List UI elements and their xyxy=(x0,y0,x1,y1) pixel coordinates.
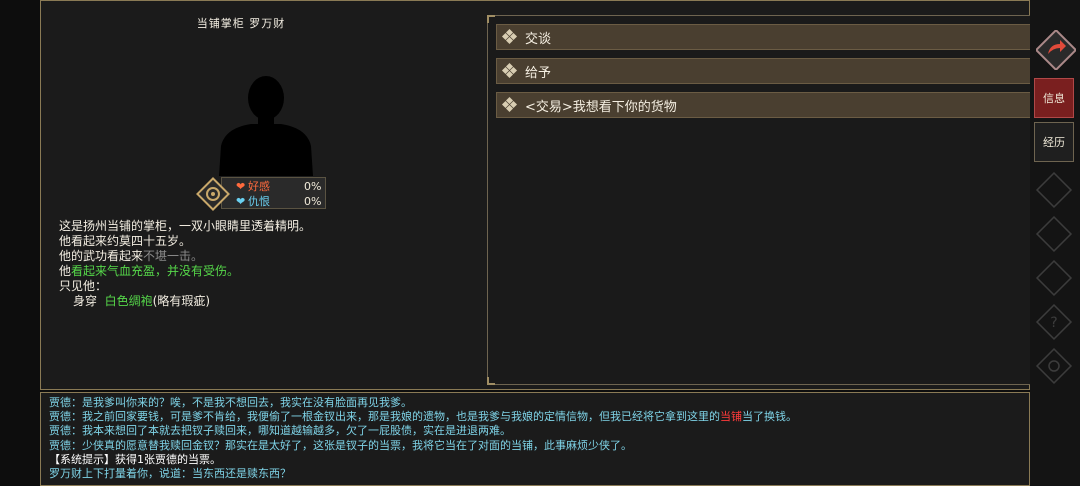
diamond-icon xyxy=(501,62,518,79)
desc-line: 他的武功看起来不堪一击。 xyxy=(59,249,204,263)
log-line: 贾德：我之前回家要钱，可是爹不肯给，我便偷了一根金钗出来，那是我娘的遗物，也是我… xyxy=(49,410,797,424)
history-button[interactable]: 经历 xyxy=(1034,122,1074,162)
svg-text:?: ? xyxy=(1050,315,1057,331)
settings-gear-icon[interactable] xyxy=(1034,346,1074,386)
diamond-icon xyxy=(501,28,518,45)
option-label: 交谈 xyxy=(525,31,552,47)
option-label: 给予 xyxy=(525,65,552,81)
options-panel: 交谈 给予 <交易>我想看下你的货物 xyxy=(487,15,1067,385)
hatred-value: 0% xyxy=(304,195,322,208)
heart-icon: ❤ xyxy=(236,180,246,193)
npc-panel: 当铺掌柜 罗万财 ❤ 好感 0% ❤ 仇恨 0% 这是扬州当铺的掌柜，一双小眼睛里透… xyxy=(40,0,1067,390)
heart-icon: ❤ xyxy=(236,195,246,208)
wear-item[interactable]: 白色绸袍 xyxy=(105,294,153,308)
log-line: 罗万财上下打量着你，说道：当东西还是赎东西？ xyxy=(49,467,291,481)
desc-line: 他看起来气血充盈，并没有受伤。 xyxy=(59,264,240,278)
npc-portrait xyxy=(219,76,313,176)
relation-hatred: ❤ 仇恨 0% xyxy=(236,194,321,209)
option-give[interactable]: 给予 xyxy=(496,58,1054,84)
relation-box: ❤ 好感 0% ❤ 仇恨 0% xyxy=(196,177,328,211)
favor-value: 0% xyxy=(304,180,322,193)
desc-line: 他看起来约莫四十五岁。 xyxy=(59,234,192,248)
help-icon[interactable]: ? xyxy=(1034,302,1074,342)
option-label: <交易>我想看下你的货物 xyxy=(525,99,677,115)
message-log[interactable]: 贾德：是我爹叫你来的？唉，不是我不想回去，我实在没有脸面再见我爹。 贾德：我之前… xyxy=(40,392,1030,486)
log-line-system: 【系统提示】获得1张贾德的当票。 xyxy=(49,452,221,466)
npc-title: 当铺掌柜 罗万财 xyxy=(196,17,286,30)
log-line: 贾德：我本来想回了本就去把钗子赎回来，哪知道越输越多，欠了一屁股债，实在是进退两… xyxy=(49,424,511,438)
npc-description: 这是扬州当铺的掌柜，一双小眼睛里透着精明。 他看起来约莫四十五岁。 他的武功看起… xyxy=(59,219,311,309)
favor-label: 好感 xyxy=(248,180,270,193)
option-trade[interactable]: <交易>我想看下你的货物 xyxy=(496,92,1054,118)
desc-line: 只见他： xyxy=(59,279,108,293)
option-talk[interactable]: 交谈 xyxy=(496,24,1054,50)
sect-tab-icon[interactable] xyxy=(1034,258,1074,298)
martial-tab-icon[interactable] xyxy=(1034,214,1074,254)
right-sidebar: 信息 经历 ? xyxy=(1030,0,1080,486)
back-arrow-icon[interactable] xyxy=(1036,30,1076,70)
info-button[interactable]: 信息 xyxy=(1034,78,1074,118)
skill-tab-icon[interactable] xyxy=(1034,170,1074,210)
relation-emblem-icon[interactable] xyxy=(196,177,230,211)
log-line: 贾德：是我爹叫你来的？唉，不是我不想回去，我实在没有脸面再见我爹。 xyxy=(49,396,412,409)
relation-favor: ❤ 好感 0% xyxy=(236,179,321,194)
desc-line: 这是扬州当铺的掌柜，一双小眼睛里透着精明。 xyxy=(59,219,312,233)
relation-table: ❤ 好感 0% ❤ 仇恨 0% xyxy=(221,177,326,209)
log-line: 贾德：少侠真的愿意替我赎回金钗？那实在是太好了，这张是钗子的当票，我将它当在了对… xyxy=(49,438,632,452)
wear-line: 身穿 白色绸袍(略有瑕疵) xyxy=(73,294,211,308)
hatred-label: 仇恨 xyxy=(248,195,270,208)
diamond-icon xyxy=(501,96,518,113)
